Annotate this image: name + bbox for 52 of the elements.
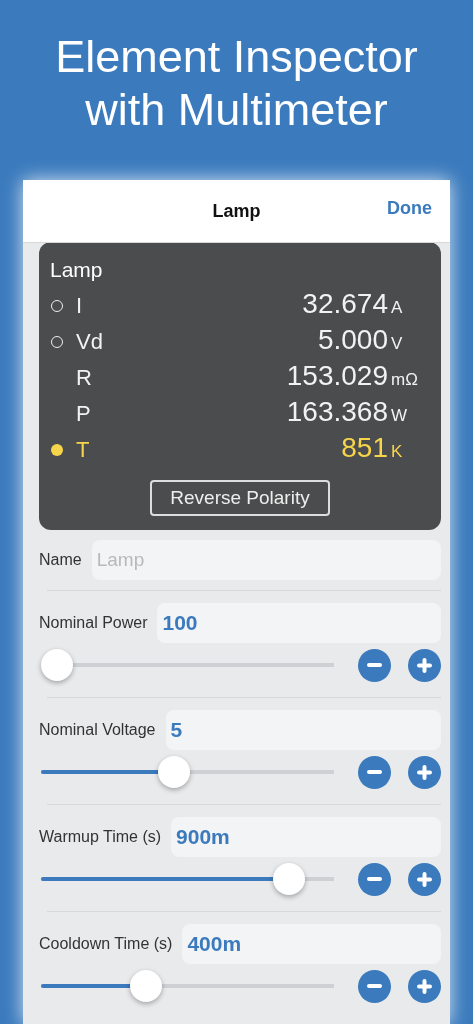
meter-title: Lamp	[50, 258, 104, 282]
unit-label: A	[391, 298, 403, 317]
slider-thumb[interactable]	[273, 863, 306, 895]
plus-icon	[417, 657, 432, 673]
minus-icon	[367, 770, 382, 774]
quantity-label: R	[76, 365, 93, 391]
probe-radio[interactable]	[51, 444, 63, 456]
meter-value: 851	[341, 432, 388, 464]
slider-thumb[interactable]	[158, 756, 191, 788]
increment-button[interactable]	[408, 862, 441, 896]
decrement-button[interactable]	[358, 969, 391, 1003]
quantity-label: Vd	[76, 329, 104, 355]
reverse-polarity-button[interactable]: Reverse Polarity	[150, 480, 330, 516]
headline: Element Inspector	[55, 30, 418, 83]
quantity-label: P	[76, 401, 92, 427]
meter-value: 32.674	[302, 288, 388, 320]
minus-icon	[367, 984, 382, 988]
unit-label: K	[391, 442, 403, 461]
meter-value: 153.029	[286, 360, 388, 392]
minus-icon	[367, 877, 382, 881]
headline: with Multimeter	[85, 83, 388, 136]
field-label: Name	[39, 551, 82, 569]
value-field[interactable]: 400m	[182, 924, 441, 964]
meter-value: 163.368	[286, 396, 388, 428]
increment-button[interactable]	[408, 969, 441, 1003]
increment-button[interactable]	[408, 755, 441, 789]
slider-thumb[interactable]	[41, 649, 73, 681]
unit-label: W	[391, 406, 408, 425]
quantity-label: T	[76, 437, 91, 463]
increment-button[interactable]	[408, 648, 441, 682]
slider-thumb[interactable]	[129, 970, 162, 1002]
done-button[interactable]: Done	[387, 198, 432, 219]
unit-label: V	[391, 334, 403, 353]
value-field[interactable]: 900m	[171, 817, 441, 857]
decrement-button[interactable]	[358, 755, 391, 789]
field-label: Nominal Voltage	[39, 721, 156, 739]
field-label: Nominal Power	[39, 614, 148, 632]
plus-icon	[417, 978, 432, 994]
plus-icon	[417, 764, 432, 780]
value-field[interactable]: 100	[157, 603, 441, 643]
meter-value: 5.000	[317, 324, 388, 356]
field-label: Warmup Time (s)	[39, 828, 162, 846]
decrement-button[interactable]	[358, 862, 391, 896]
value-field[interactable]: 5	[165, 710, 441, 750]
decrement-button[interactable]	[358, 648, 391, 682]
name-field[interactable]: Lamp	[91, 540, 441, 580]
quantity-label: I	[76, 293, 84, 319]
field-label: Cooldown Time (s)	[39, 935, 173, 953]
plus-icon	[417, 871, 432, 887]
minus-icon	[367, 663, 382, 667]
unit-label: mΩ	[391, 370, 418, 389]
navigation-title: Lamp	[212, 200, 261, 222]
